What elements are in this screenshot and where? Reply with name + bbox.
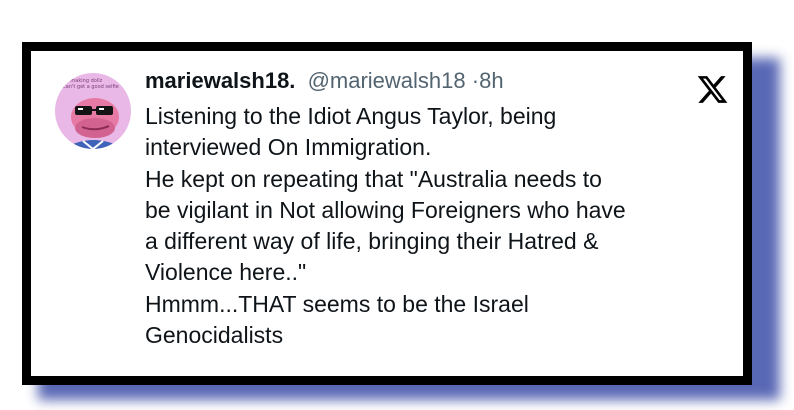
tweet-line: Genocidalists [145, 322, 284, 349]
tweet-text: Listening to the Idiot Angus Taylor, bei… [145, 101, 735, 351]
meta-separator: · [471, 68, 480, 93]
tweet-card[interactable]: lol making dollz can't get a good selfie [22, 42, 752, 385]
avatar-caption: lol making dollz can't get a good selfie [63, 78, 119, 90]
tweet-line: He kept on repeating that "Australia nee… [145, 165, 602, 192]
tweet-line: a different way of life, bringing their … [145, 228, 599, 255]
tweet-line: Hmmm...THAT seems to be the Israel [145, 290, 529, 317]
avatar[interactable]: lol making dollz can't get a good selfie [55, 73, 131, 149]
avatar-caption-line-2: can't get a good selfie [63, 84, 119, 90]
post-time[interactable]: 8h [479, 68, 503, 93]
display-name[interactable]: mariewalsh18. [145, 68, 295, 93]
screenshot-stage: lol making dollz can't get a good selfie [0, 0, 794, 410]
user-handle[interactable]: @mariewalsh18 [308, 68, 466, 93]
tweet-line: Violence here.." [145, 259, 307, 286]
tweet-line: Listening to the Idiot Angus Taylor, bei… [145, 103, 557, 129]
tweet-header: mariewalsh18. @mariewalsh18 ·8h [145, 66, 504, 96]
tweet-line: interviewed On Immigration. [145, 134, 432, 161]
tweet-line: be vigilant in Not allowing Foreigners w… [145, 196, 626, 223]
